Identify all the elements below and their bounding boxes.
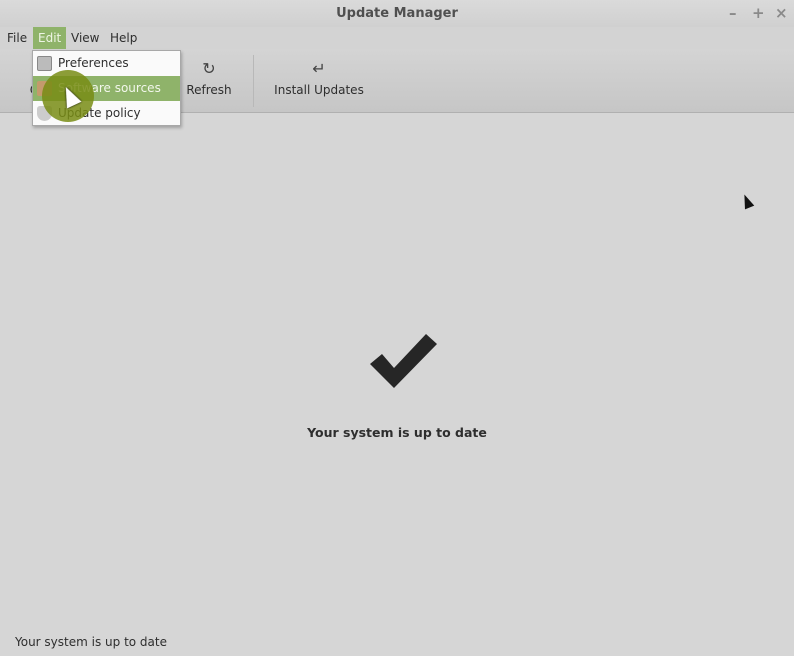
title-bar: Update Manager [0, 0, 794, 27]
install-label: Install Updates [274, 83, 364, 97]
install-updates-button[interactable]: ↵ Install Updates [270, 49, 368, 113]
menu-view[interactable]: View [66, 27, 104, 49]
refresh-button[interactable]: ↻ Refresh [180, 49, 238, 113]
close-button[interactable]: × [775, 0, 788, 27]
preferences-icon [37, 56, 52, 71]
checkmark-icon [370, 334, 437, 388]
menu-help[interactable]: Help [105, 27, 142, 49]
minimize-button[interactable]: – [729, 0, 737, 27]
refresh-label: Refresh [186, 83, 232, 97]
toolbar-separator [253, 55, 254, 107]
maximize-button[interactable]: + [752, 0, 765, 27]
menu-file[interactable]: File [2, 27, 32, 49]
menu-edit[interactable]: Edit [33, 27, 67, 49]
up-to-date-message: Your system is up to date [307, 425, 487, 440]
refresh-icon: ↻ [202, 59, 216, 78]
menu-item-label: Preferences [58, 56, 129, 70]
menu-bar: File Edit View Help [0, 27, 794, 49]
install-icon: ↵ [312, 59, 326, 78]
window-title: Update Manager [336, 6, 458, 21]
mouse-pointer-icon [739, 192, 755, 210]
status-bar-text: Your system is up to date [15, 635, 167, 649]
